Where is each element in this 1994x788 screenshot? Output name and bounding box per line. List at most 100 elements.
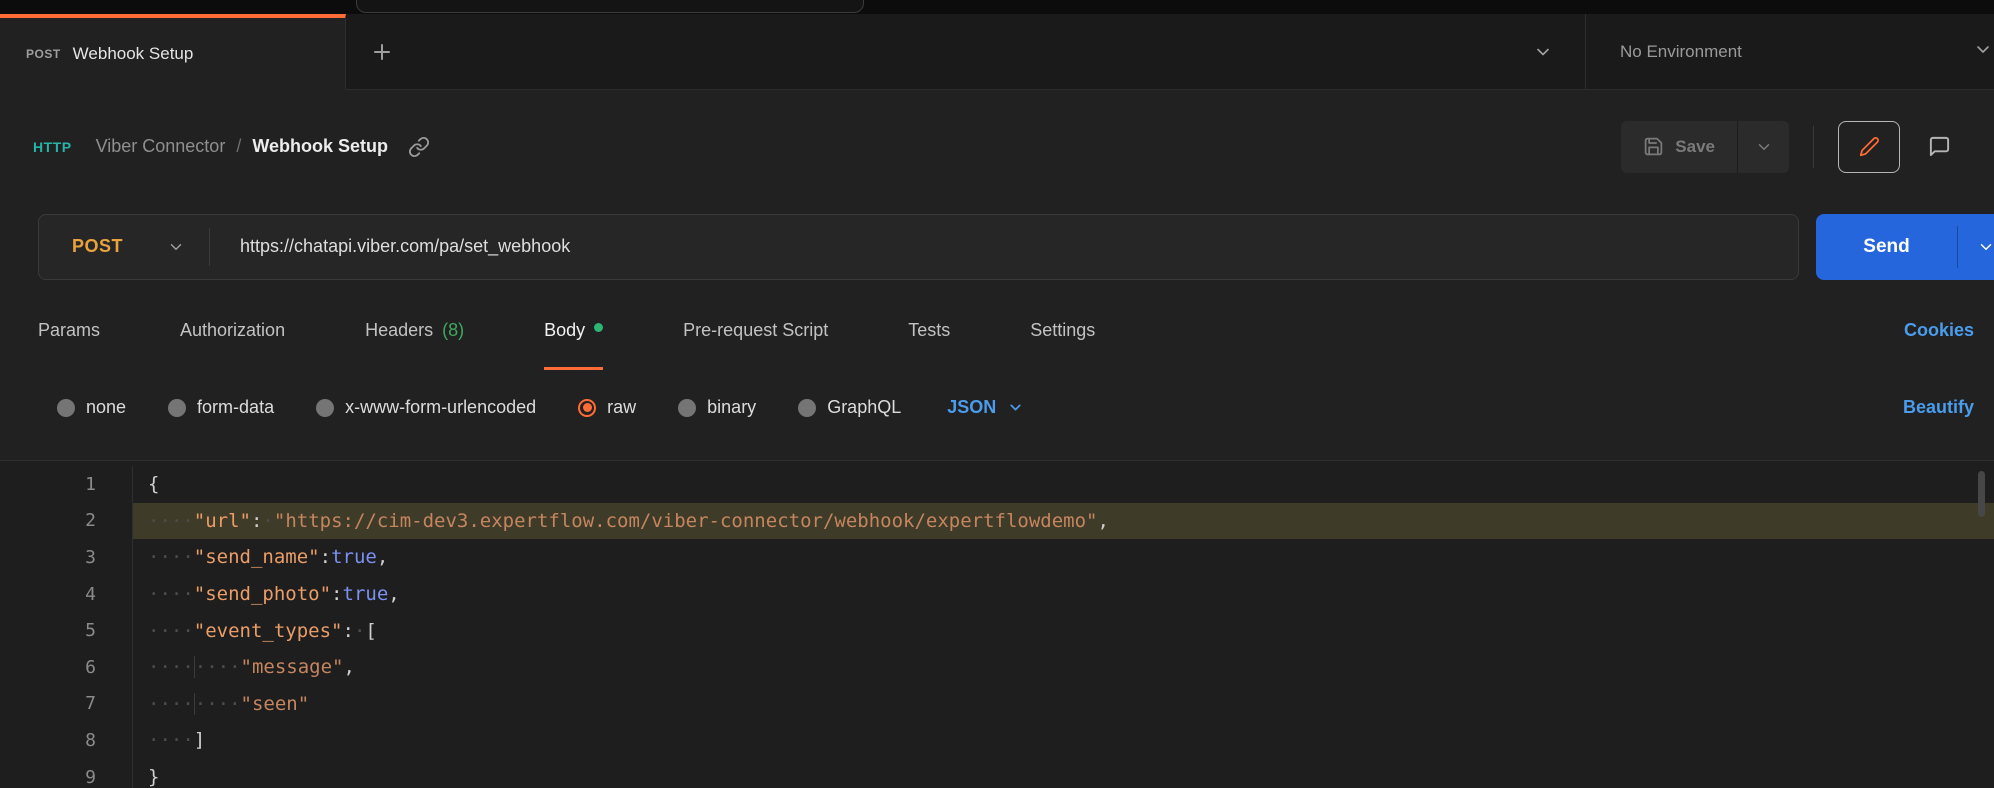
mode-label: form-data xyxy=(197,397,274,418)
mode-binary[interactable]: binary xyxy=(678,397,756,418)
code-line-content: } xyxy=(133,759,1994,788)
url-container: POST xyxy=(38,214,1799,280)
comment-icon xyxy=(1928,135,1951,158)
save-button[interactable]: Save xyxy=(1621,121,1737,173)
code-line-content: ····"event_types":·[ xyxy=(133,612,1994,649)
mode-label: none xyxy=(86,397,126,418)
code-line[interactable]: 2····"url":·"https://cim-dev3.expertflow… xyxy=(0,503,1994,540)
line-number: 5 xyxy=(0,612,133,649)
code-line[interactable]: 3····"send_name":true, xyxy=(0,539,1994,576)
tab-label: Settings xyxy=(1030,320,1095,341)
save-icon xyxy=(1643,136,1664,157)
code-line[interactable]: 6········"message", xyxy=(0,649,1994,686)
toolbar-actions: Save xyxy=(1621,121,1968,173)
request-tabs: Params Authorization Headers (8) Body Pr… xyxy=(0,290,1994,370)
method-label: POST xyxy=(72,236,123,257)
breadcrumb-request-name: Webhook Setup xyxy=(252,136,388,157)
mode-form-data[interactable]: form-data xyxy=(168,397,274,418)
radio-icon[interactable] xyxy=(57,399,75,417)
code-line-content: { xyxy=(133,466,1994,503)
line-number: 7 xyxy=(0,686,133,723)
tab-headers[interactable]: Headers (8) xyxy=(365,290,464,370)
method-dropdown[interactable]: POST xyxy=(39,236,209,257)
tab-params[interactable]: Params xyxy=(38,290,100,370)
tab-tests[interactable]: Tests xyxy=(908,290,950,370)
share-link-button[interactable] xyxy=(408,136,430,158)
send-options-button[interactable] xyxy=(1958,214,1994,280)
mode-raw[interactable]: raw xyxy=(578,397,636,418)
code-editor[interactable]: 1{2····"url":·"https://cim-dev3.expertfl… xyxy=(0,460,1994,788)
plus-icon xyxy=(370,40,394,64)
edit-request-button[interactable] xyxy=(1838,121,1900,173)
send-button[interactable]: Send xyxy=(1816,214,1994,280)
code-line[interactable]: 1{ xyxy=(0,466,1994,503)
url-input[interactable] xyxy=(210,236,1798,257)
cookies-link[interactable]: Cookies xyxy=(1904,320,1994,341)
environment-label: No Environment xyxy=(1620,42,1742,62)
tab-pre-request-script[interactable]: Pre-request Script xyxy=(683,290,828,370)
code-editor-lines: 1{2····"url":·"https://cim-dev3.expertfl… xyxy=(0,466,1994,788)
toolbar-divider xyxy=(1813,126,1814,168)
save-options-button[interactable] xyxy=(1737,121,1789,173)
tab-label: Params xyxy=(38,320,100,341)
beautify-link[interactable]: Beautify xyxy=(1903,397,1994,418)
line-number: 8 xyxy=(0,722,133,759)
radio-icon[interactable] xyxy=(168,399,186,417)
code-line[interactable]: 5····"event_types":·[ xyxy=(0,612,1994,649)
code-line[interactable]: 7········"seen" xyxy=(0,686,1994,723)
code-line[interactable]: 4····"send_photo":true, xyxy=(0,576,1994,613)
mode-label: x-www-form-urlencoded xyxy=(345,397,536,418)
line-number: 2 xyxy=(0,503,133,540)
code-line-content: ········"seen" xyxy=(133,686,1994,723)
comments-button[interactable] xyxy=(1910,121,1968,173)
language-dropdown[interactable]: JSON xyxy=(947,397,1024,418)
pencil-icon xyxy=(1859,136,1880,157)
radio-icon[interactable] xyxy=(798,399,816,417)
request-toolbar: HTTP Viber Connector / Webhook Setup Sav… xyxy=(0,90,1994,203)
mode-x-www-form-urlencoded[interactable]: x-www-form-urlencoded xyxy=(316,397,536,418)
request-tab-webhook-setup[interactable]: POST Webhook Setup xyxy=(0,14,346,90)
tab-body[interactable]: Body xyxy=(544,290,603,370)
save-button-group: Save xyxy=(1621,121,1789,173)
chevron-down-icon xyxy=(1973,39,1993,64)
code-line[interactable]: 9} xyxy=(0,759,1994,788)
tab-strip-spacer xyxy=(418,14,1501,90)
mode-label: raw xyxy=(607,397,636,418)
save-button-label: Save xyxy=(1675,137,1715,157)
tab-settings[interactable]: Settings xyxy=(1030,290,1095,370)
tab-label: Pre-request Script xyxy=(683,320,828,341)
code-line[interactable]: 8····] xyxy=(0,722,1994,759)
tab-label: Tests xyxy=(908,320,950,341)
code-line-content: ········"message", xyxy=(133,649,1994,686)
mode-graphql[interactable]: GraphQL xyxy=(798,397,901,418)
mode-none[interactable]: none xyxy=(57,397,126,418)
editor-scrollbar[interactable] xyxy=(1978,471,1985,517)
code-line-content: ····] xyxy=(133,722,1994,759)
line-number: 9 xyxy=(0,759,133,788)
chevron-down-icon xyxy=(1977,238,1994,256)
breadcrumb-collection[interactable]: Viber Connector xyxy=(96,136,226,157)
send-button-label[interactable]: Send xyxy=(1816,214,1957,280)
request-url-bar: POST Send xyxy=(0,203,1994,290)
new-tab-button[interactable] xyxy=(346,14,418,90)
chevron-down-icon xyxy=(1755,138,1773,156)
mode-label: GraphQL xyxy=(827,397,901,418)
radio-icon[interactable] xyxy=(316,399,334,417)
tab-label: Authorization xyxy=(180,320,285,341)
mode-label: binary xyxy=(707,397,756,418)
code-line-content: ····"send_name":true, xyxy=(133,539,1994,576)
radio-selected-icon[interactable] xyxy=(578,399,596,417)
headers-count-badge: (8) xyxy=(442,320,464,341)
radio-icon[interactable] xyxy=(678,399,696,417)
tab-title-label: Webhook Setup xyxy=(73,44,194,64)
tab-authorization[interactable]: Authorization xyxy=(180,290,285,370)
body-content-dot xyxy=(594,323,603,332)
tab-label: Body xyxy=(544,320,585,341)
chevron-down-icon xyxy=(1533,42,1553,62)
chevron-down-icon xyxy=(1007,399,1024,416)
environment-selector[interactable]: No Environment xyxy=(1585,14,1994,90)
code-line-content: ····"url":·"https://cim-dev3.expertflow.… xyxy=(133,503,1994,540)
tab-overflow-button[interactable] xyxy=(1501,14,1585,90)
line-number: 6 xyxy=(0,649,133,686)
chevron-down-icon xyxy=(167,238,185,256)
